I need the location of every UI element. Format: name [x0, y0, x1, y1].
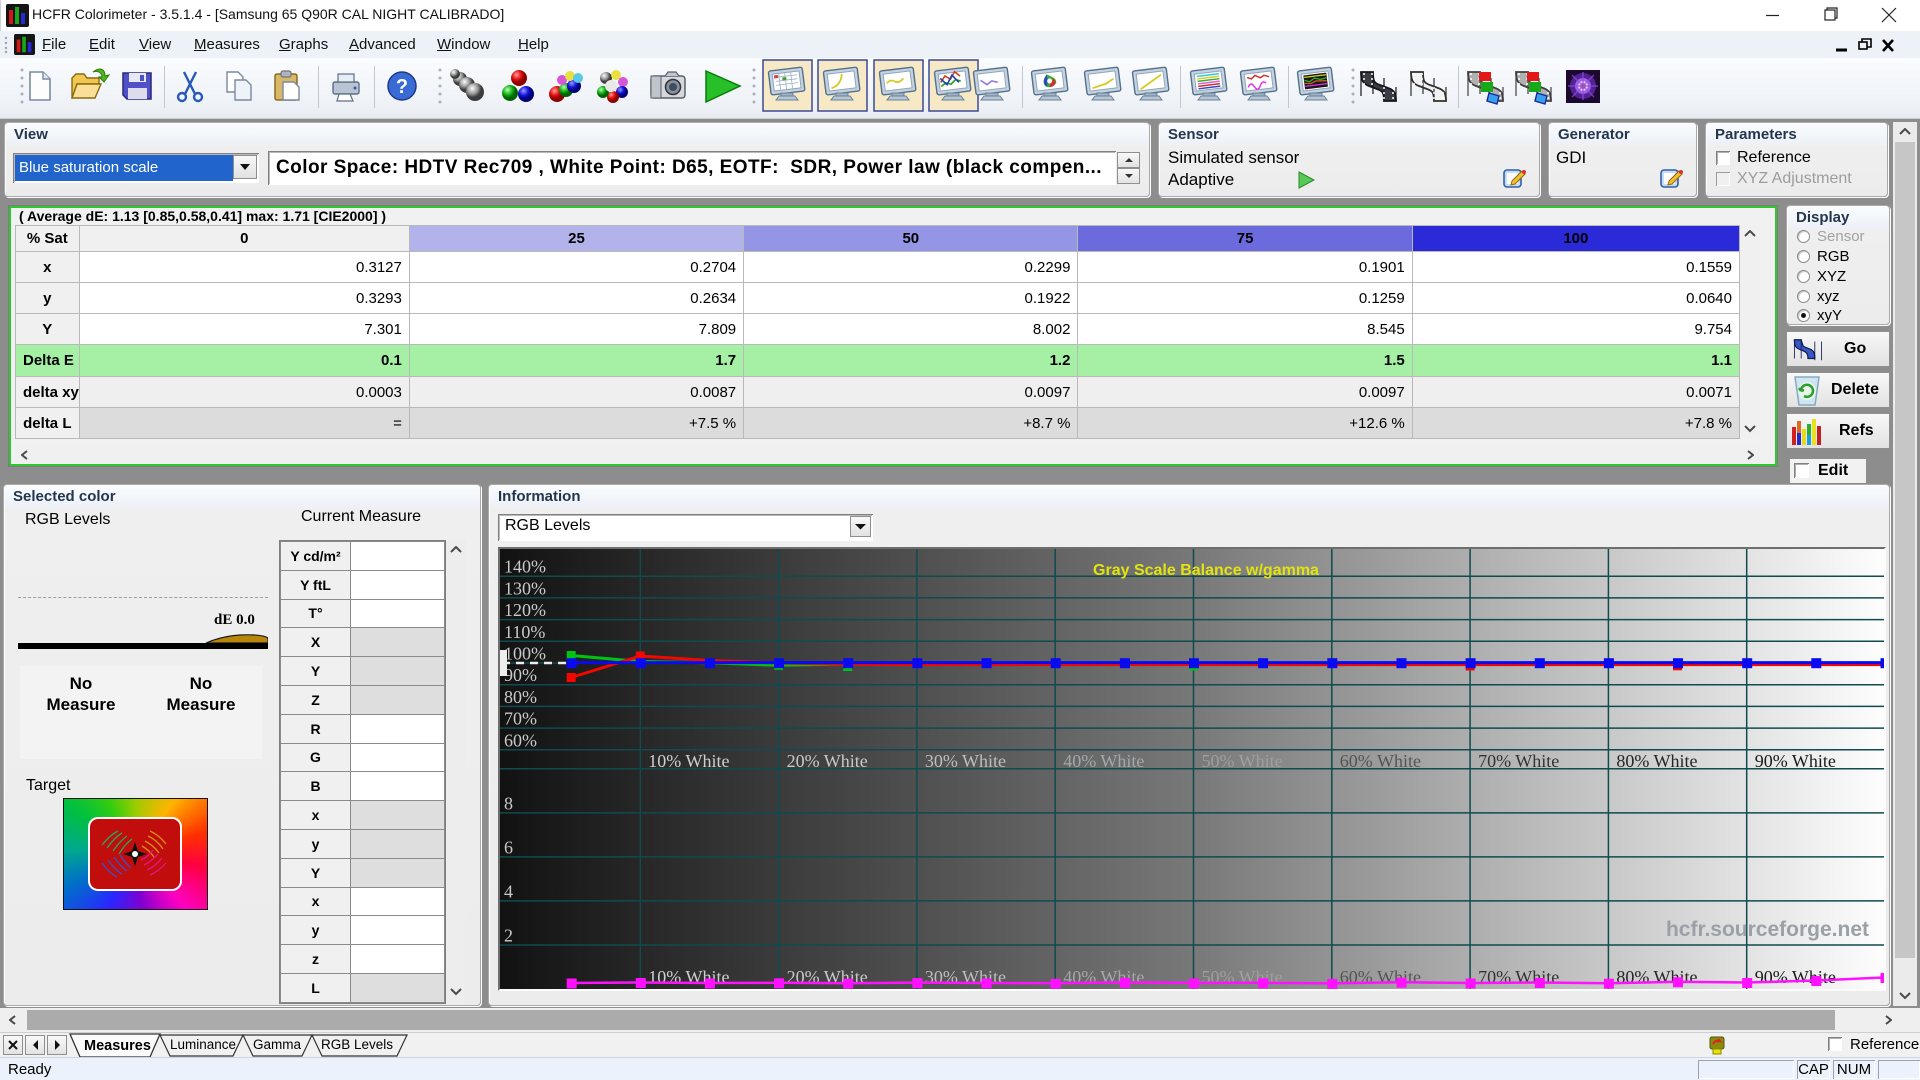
svg-text:50% White: 50% White [1202, 751, 1283, 771]
svg-text:140%: 140% [504, 557, 546, 577]
svg-text:4: 4 [504, 881, 513, 901]
svg-text:110%: 110% [504, 622, 545, 642]
svg-text:70%: 70% [504, 709, 537, 729]
svg-text:RGB Levels: RGB Levels [321, 1037, 393, 1052]
svg-text:20% White: 20% White [787, 751, 868, 771]
svg-text:hcfr.sourceforge.net: hcfr.sourceforge.net [1666, 918, 1869, 941]
svg-text:100%: 100% [504, 644, 546, 664]
svg-text:30% White: 30% White [925, 751, 1006, 771]
svg-text:90% White: 90% White [1755, 967, 1836, 987]
svg-text:60%: 60% [504, 730, 537, 750]
svg-text:6: 6 [504, 837, 513, 857]
svg-text:2: 2 [504, 926, 513, 946]
svg-text:80% White: 80% White [1616, 751, 1697, 771]
svg-text:90%: 90% [504, 665, 537, 685]
svg-text:60% White: 60% White [1340, 751, 1421, 771]
svg-text:70% White: 70% White [1478, 751, 1559, 771]
svg-text:Gamma: Gamma [253, 1037, 302, 1052]
svg-text:90% White: 90% White [1755, 751, 1836, 771]
svg-text:Measures: Measures [84, 1038, 151, 1054]
svg-text:8: 8 [504, 793, 513, 813]
svg-text:40% White: 40% White [1063, 751, 1144, 771]
svg-text:?: ? [396, 76, 408, 98]
svg-text:Luminance: Luminance [170, 1037, 236, 1052]
svg-text:80%: 80% [504, 687, 537, 707]
svg-text:130%: 130% [504, 578, 546, 598]
svg-text:Gray Scale Balance w/gamma: Gray Scale Balance w/gamma [1093, 562, 1319, 579]
svg-text:120%: 120% [504, 600, 546, 620]
svg-text:10% White: 10% White [648, 751, 729, 771]
